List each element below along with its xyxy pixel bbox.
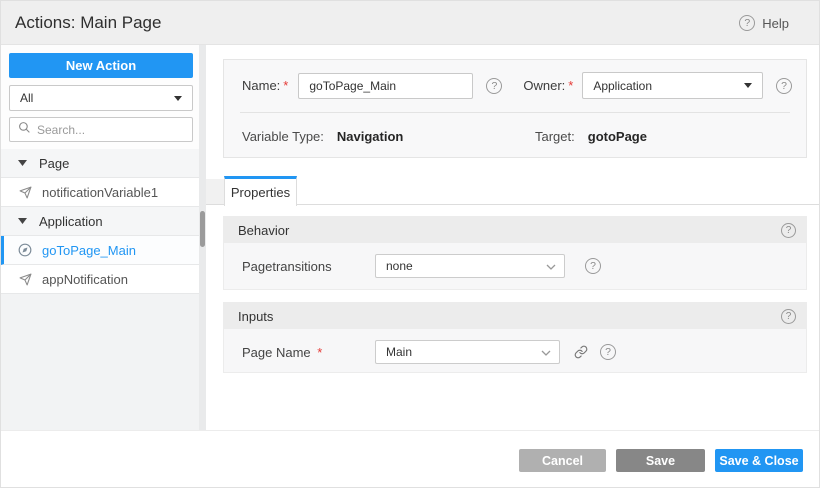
name-label: Name: [242,78,281,93]
owner-select-value: Application [593,78,653,93]
tree-group-application[interactable]: Application [1,207,199,236]
page-name-label: Page Name * [242,344,323,360]
behavior-help-icon[interactable]: ? [781,222,796,238]
save-and-close-button[interactable]: Save & Close [715,449,803,472]
sidebar-scrollbar-thumb[interactable] [200,211,205,247]
footer-buttons: Cancel Save Save & Close [519,449,803,472]
name-help-icon[interactable]: ? [486,77,503,94]
search-box [9,117,193,142]
tree-group-label: Page [39,155,70,171]
target-label: Target: [535,129,575,144]
search-input[interactable] [37,122,192,137]
filter-dropdown-value: All [20,91,34,105]
tab-bar: Properties [206,176,819,206]
tree-item-label: notificationVariable1 [42,184,159,200]
inputs-section-title: Inputs [238,308,274,324]
cancel-button[interactable]: Cancel [519,449,606,472]
tree-group-page[interactable]: Page [1,149,199,178]
page-title: Actions: Main Page [15,13,162,32]
inputs-section: Inputs ? Page Name * Main ? [223,302,807,373]
required-asterisk: * [568,78,574,93]
action-header-form: Name: * ? Owner: * Application ? Variabl… [223,59,807,158]
chevron-down-icon [541,343,551,361]
behavior-section-body: Pagetransitions none ? [224,247,806,285]
page-name-value: Main [386,345,413,359]
caret-down-icon [174,95,182,101]
pagetransitions-help-icon[interactable]: ? [585,258,601,274]
inputs-help-icon[interactable]: ? [781,308,796,324]
target-value: gotoPage [587,129,647,144]
pagetransitions-label: Pagetransitions [242,258,332,274]
pagetransitions-value: none [386,259,413,273]
tree-item-label: goToPage_Main [42,242,136,258]
caret-down-icon [744,83,752,88]
type-target-row: Variable Type: Navigation Target: gotoPa… [242,123,792,150]
form-divider [240,112,790,113]
save-button[interactable]: Save [616,449,705,472]
actions-tree: Page notificationVariable1 Application g… [1,149,199,294]
help-label: Help [762,15,789,31]
page-name-help-icon[interactable]: ? [600,344,616,360]
variable-type-value: Navigation [336,129,404,144]
tree-group-label: Application [39,213,103,229]
behavior-section: Behavior ? Pagetransitions none ? [223,216,807,290]
required-asterisk: * [317,344,323,360]
header-bar: Actions: Main Page ? Help [1,1,819,45]
tree-item-gotopage-main[interactable]: goToPage_Main [1,236,199,265]
inputs-section-header: Inputs ? [224,303,806,329]
page-name-dropdown[interactable]: Main [375,340,560,364]
sidebar-scrollbar-track [199,45,206,432]
action-detail-pane: Name: * ? Owner: * Application ? Variabl… [206,45,819,432]
filter-dropdown[interactable]: All [9,85,193,111]
new-action-button[interactable]: New Action [9,53,193,78]
help-circle-icon: ? [739,15,756,31]
variable-type-pair: Variable Type: Navigation [242,123,403,150]
owner-label: Owner: [523,78,566,93]
actions-editor-window: Actions: Main Page ? Help New Action All… [0,0,820,488]
pagetransitions-dropdown[interactable]: none [375,254,565,278]
name-input[interactable] [298,72,474,99]
behavior-section-title: Behavior [238,222,290,238]
caret-down-icon [15,160,29,166]
chevron-down-icon [546,257,556,275]
navigation-action-icon [18,243,32,257]
name-owner-row: Name: * ? Owner: * Application ? [242,72,792,99]
owner-select[interactable]: Application [582,72,763,99]
footer-bar: Cancel Save Save & Close [1,430,819,487]
variable-type-label: Variable Type: [242,129,324,144]
actions-sidebar: New Action All Page notificationVa [1,45,206,432]
tab-properties[interactable]: Properties [224,176,297,206]
notification-variable-icon [18,273,32,286]
notification-variable-icon [18,186,32,199]
tree-item-label: appNotification [42,271,128,287]
bind-link-icon[interactable] [574,345,588,359]
help-button[interactable]: ? Help [739,1,789,45]
tab-bar-leading-strip [206,179,224,204]
target-pair: Target: gotoPage [535,123,647,150]
owner-help-icon[interactable]: ? [776,77,792,94]
search-icon [18,121,31,139]
caret-down-icon [15,218,29,224]
tree-item-appnotification[interactable]: appNotification [1,265,199,294]
inputs-section-body: Page Name * Main ? [224,333,806,371]
tree-item-notificationvariable1[interactable]: notificationVariable1 [1,178,199,207]
behavior-section-header: Behavior ? [224,217,806,243]
required-asterisk: * [283,78,289,93]
